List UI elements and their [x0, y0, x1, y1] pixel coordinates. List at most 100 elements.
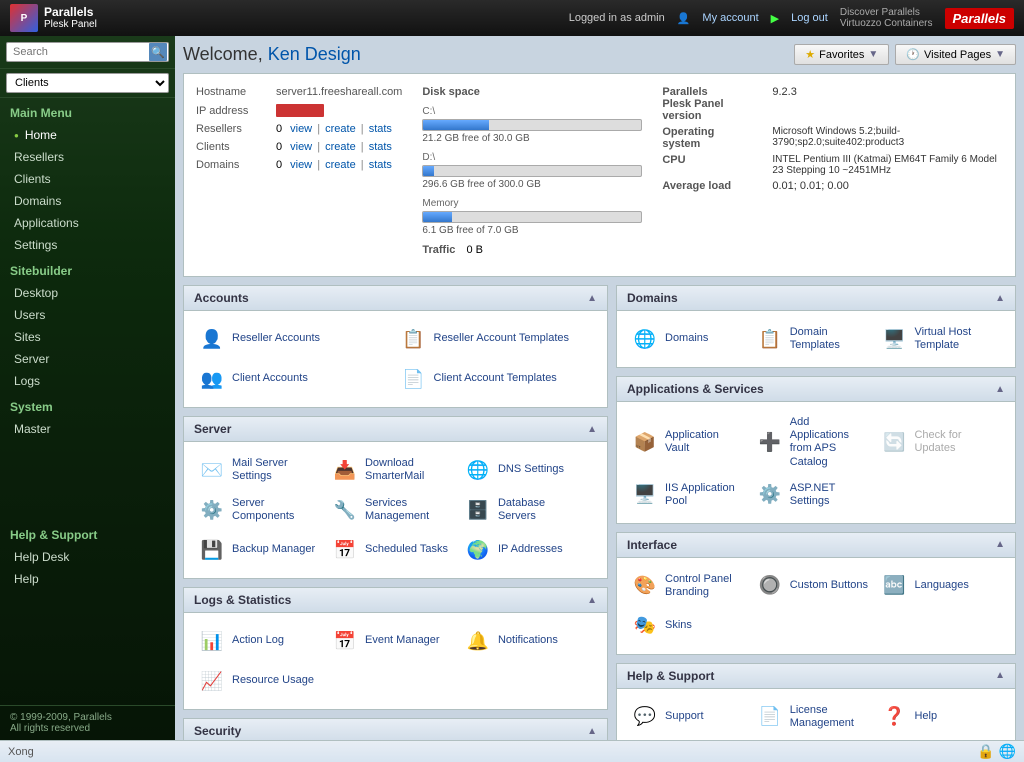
apps-services-section: Applications & Services ▲ 📦 Application … — [616, 376, 1016, 524]
logs-header[interactable]: Logs & Statistics ▲ — [184, 588, 607, 613]
accounts-header[interactable]: Accounts ▲ — [184, 286, 607, 311]
sidebar-item-clients[interactable]: Clients — [0, 168, 175, 190]
domains-create-link[interactable]: create — [325, 159, 356, 171]
action-log-item[interactable]: 📊 Action Log — [194, 623, 323, 659]
sidebar-label: Help Desk — [14, 550, 69, 564]
help-item[interactable]: ❓ Help — [876, 699, 997, 735]
notifications-icon: 🔔 — [464, 627, 492, 655]
client-dropdown[interactable]: Clients — [6, 73, 169, 93]
custom-buttons-item[interactable]: 🔘 Custom Buttons — [752, 568, 873, 604]
help-support-panel-header[interactable]: Help & Support ▲ — [617, 664, 1015, 689]
reseller-accounts-label: Reseller Accounts — [232, 332, 320, 345]
event-label: Event Manager — [365, 634, 440, 647]
sidebar-item-settings[interactable]: Settings — [0, 234, 175, 256]
event-manager-item[interactable]: 📅 Event Manager — [327, 623, 456, 659]
sidebar-item-users[interactable]: Users — [0, 304, 175, 326]
license-management-item[interactable]: 📄 License Management — [752, 699, 873, 735]
support-item[interactable]: 💬 Support — [627, 699, 748, 735]
panel-label: ParallelsPlesk Panelversion — [662, 86, 772, 122]
scheduled-tasks-item[interactable]: 📅 Scheduled Tasks — [327, 532, 456, 568]
skins-item[interactable]: 🎭 Skins — [627, 608, 748, 644]
resellers-view-link[interactable]: view — [290, 123, 312, 135]
database-servers-item[interactable]: 🗄️ Database Servers — [460, 492, 589, 528]
components-icon: ⚙️ — [198, 496, 226, 524]
client-select-wrapper: Clients — [0, 69, 175, 98]
services-label: Services Management — [365, 497, 452, 523]
reseller-account-templates-item[interactable]: 📋 Reseller Account Templates — [396, 321, 594, 357]
resource-usage-item[interactable]: 📈 Resource Usage — [194, 663, 323, 699]
ip-addresses-item[interactable]: 🌍 IP Addresses — [460, 532, 589, 568]
domains-stats-link[interactable]: stats — [369, 159, 392, 171]
resellers-stats-link[interactable]: stats — [369, 123, 392, 135]
resellers-create-link[interactable]: create — [325, 123, 356, 135]
logs-section: Logs & Statistics ▲ 📊 Action Log 📅 Event… — [183, 587, 608, 710]
sidebar-item-desktop[interactable]: Desktop — [0, 282, 175, 304]
sidebar-item-resellers[interactable]: Resellers — [0, 146, 175, 168]
log-out-link[interactable]: Log out — [791, 12, 828, 24]
system-label: System — [0, 392, 175, 418]
domains-view-link[interactable]: view — [290, 159, 312, 171]
sidebar-item-master[interactable]: Master — [0, 418, 175, 440]
security-section: Security ▲ ⏱️ Session Idle Time 🔒 Contro… — [183, 718, 608, 740]
languages-item[interactable]: 🔤 Languages — [876, 568, 997, 604]
sidebar-item-helpdesk[interactable]: Help Desk — [0, 546, 175, 568]
visited-pages-button[interactable]: 🕐 Visited Pages ▼ — [895, 44, 1016, 65]
domains-label: Domains — [196, 159, 276, 171]
virtual-host-item[interactable]: 🖥️ Virtual Host Template — [876, 321, 997, 357]
header-buttons: ★ Favorites ▼ 🕐 Visited Pages ▼ — [794, 44, 1016, 65]
domain-templates-item[interactable]: 📋 Domain Templates — [752, 321, 873, 357]
mail-server-item[interactable]: ✉️ Mail Server Settings — [194, 452, 323, 488]
sidebar-item-logs[interactable]: Logs — [0, 370, 175, 392]
my-account-link[interactable]: My account — [702, 12, 758, 24]
backup-manager-item[interactable]: 💾 Backup Manager — [194, 532, 323, 568]
control-panel-branding-item[interactable]: 🎨 Control Panel Branding — [627, 568, 748, 604]
sidebar-item-help[interactable]: Help — [0, 568, 175, 590]
server-components-item[interactable]: ⚙️ Server Components — [194, 492, 323, 528]
add-apps-label: Add Applications from APS Catalog — [790, 416, 869, 469]
support-icon: 💬 — [631, 703, 659, 731]
sidebar-item-sites[interactable]: Sites — [0, 326, 175, 348]
os-value: Microsoft Windows 5.2;build-3790;sp2.0;s… — [772, 126, 1003, 150]
clients-stats-link[interactable]: stats — [369, 141, 392, 153]
favorites-button[interactable]: ★ Favorites ▼ — [794, 44, 889, 65]
client-accounts-item[interactable]: 👥 Client Accounts — [194, 361, 392, 397]
domains-item[interactable]: 🌐 Domains — [627, 321, 748, 357]
sidebar-item-server[interactable]: Server — [0, 348, 175, 370]
license-icon: 📄 — [756, 703, 784, 731]
clients-create-link[interactable]: create — [325, 141, 356, 153]
search-button[interactable]: 🔍 — [149, 43, 167, 61]
domains-panel-header[interactable]: Domains ▲ — [617, 286, 1015, 311]
bottom-bar: Xong 🔒 🌐 — [0, 740, 1024, 762]
search-input[interactable] — [6, 42, 169, 62]
download-smartermail-item[interactable]: 📥 Download SmarterMail — [327, 452, 456, 488]
sidebar-item-domains[interactable]: Domains — [0, 190, 175, 212]
apps-services-header[interactable]: Applications & Services ▲ — [617, 377, 1015, 402]
add-applications-item[interactable]: ➕ Add Applications from APS Catalog — [752, 412, 873, 473]
security-header[interactable]: Security ▲ — [184, 719, 607, 740]
database-icon: 🗄️ — [464, 496, 492, 524]
chevron-down-icon: ▼ — [868, 49, 878, 60]
aspnet-settings-item[interactable]: ⚙️ ASP.NET Settings — [752, 477, 873, 513]
clients-view-link[interactable]: view — [290, 141, 312, 153]
dns-settings-item[interactable]: 🌐 DNS Settings — [460, 452, 589, 488]
security-title: Security — [194, 724, 241, 738]
skins-icon: 🎭 — [631, 612, 659, 640]
iis-pool-item[interactable]: 🖥️ IIS Application Pool — [627, 477, 748, 513]
reseller-accounts-item[interactable]: 👤 Reseller Accounts — [194, 321, 392, 357]
topbar-right: Logged in as admin 👤 My account ▶ Log ou… — [569, 7, 1014, 29]
c-drive-label: C:\ — [422, 106, 642, 117]
c-drive-fill — [423, 120, 488, 130]
sidebar-item-home[interactable]: ● Home — [0, 124, 175, 146]
memory-label: Memory — [422, 198, 642, 209]
services-management-item[interactable]: 🔧 Services Management — [327, 492, 456, 528]
server-header[interactable]: Server ▲ — [184, 417, 607, 442]
sidebar-item-applications[interactable]: Applications — [0, 212, 175, 234]
arrow-icon: ▶ — [771, 12, 779, 25]
notifications-item[interactable]: 🔔 Notifications — [460, 623, 589, 659]
branding-icon: 🎨 — [631, 572, 659, 600]
interface-header[interactable]: Interface ▲ — [617, 533, 1015, 558]
client-account-templates-item[interactable]: 📄 Client Account Templates — [396, 361, 594, 397]
server-items: ✉️ Mail Server Settings 📥 Download Smart… — [194, 452, 597, 568]
application-vault-item[interactable]: 📦 Application Vault — [627, 412, 748, 473]
check-updates-item[interactable]: 🔄 Check for Updates — [876, 412, 997, 473]
